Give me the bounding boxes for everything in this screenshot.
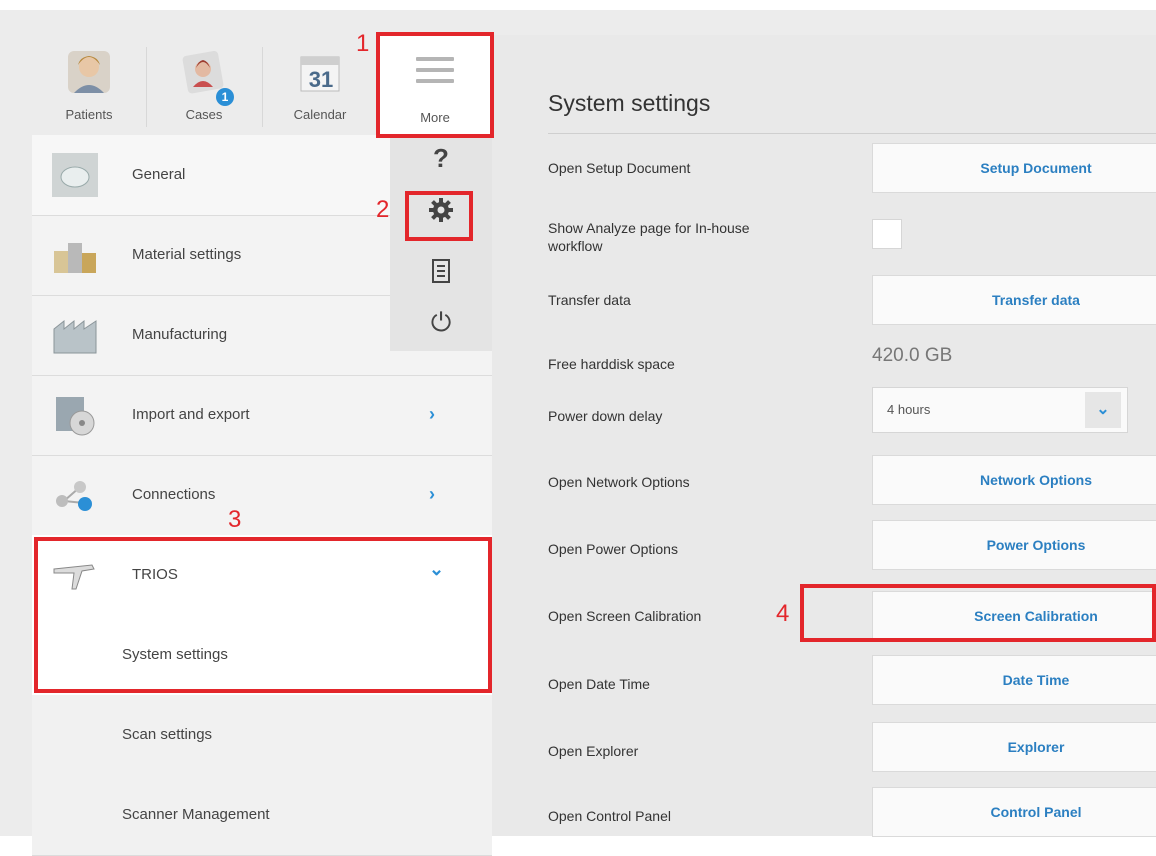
analyze-page-checkbox[interactable]: [872, 219, 902, 249]
svg-text:1: 1: [222, 90, 229, 104]
setup-document-button[interactable]: Setup Document: [872, 143, 1156, 193]
chevron-right-icon: ›: [429, 484, 435, 504]
menu-item-label: General: [132, 166, 186, 183]
screenshot: Patients 1 Cases 31 Calendar More Genera…: [0, 0, 1156, 856]
annotation-number-4: 4: [776, 600, 790, 627]
chevron-right-icon: ›: [429, 404, 435, 424]
menu-item-import-export[interactable]: Import and export ›: [32, 375, 492, 456]
setting-label: Show Analyze page for In-house workflow: [548, 220, 750, 254]
power-options-button[interactable]: Power Options: [872, 520, 1156, 570]
system-settings-panel: System settings Open Setup Document Setu…: [492, 35, 1156, 837]
submenu-item-scan-settings[interactable]: Scan settings: [32, 695, 492, 776]
menu-item-label: Import and export: [132, 406, 250, 423]
annotation-number-3: 3: [228, 506, 242, 533]
cases-badge: 1: [216, 88, 234, 106]
annotation-box-1: [376, 32, 494, 138]
control-panel-button[interactable]: Control Panel: [872, 787, 1156, 837]
power-icon[interactable]: ⏻: [390, 307, 492, 339]
chevron-down-icon[interactable]: ⌄: [1085, 392, 1121, 428]
menu-item-connections[interactable]: Connections ›: [32, 455, 492, 536]
svg-text:31: 31: [309, 67, 333, 92]
free-disk-space-value: 420.0 GB: [872, 345, 953, 366]
more-flyout: ? ⏻: [390, 135, 492, 351]
nav-calendar-label: Calendar: [293, 107, 347, 122]
select-value: 4 hours: [887, 402, 931, 417]
annotation-number-1: 1: [356, 30, 370, 57]
date-time-button[interactable]: Date Time: [872, 655, 1156, 705]
nav-cases[interactable]: 1 Cases: [147, 35, 261, 135]
power-down-delay-select[interactable]: 4 hours ⌄: [872, 387, 1128, 433]
setting-label: Power down delay: [548, 408, 663, 424]
transfer-data-button[interactable]: Transfer data: [872, 275, 1156, 325]
calendar-icon: 31: [300, 56, 340, 92]
annotation-box-4: [800, 584, 1156, 642]
page-title: System settings: [548, 90, 711, 116]
materials-icon: [54, 243, 96, 273]
annotation-number-2: 2: [376, 196, 390, 223]
patient-avatar-icon: [68, 51, 110, 93]
setting-label: Open Power Options: [548, 541, 678, 557]
import-export-icon: [56, 397, 95, 436]
general-icon: [52, 153, 98, 197]
setting-label: Open Screen Calibration: [548, 608, 702, 624]
setting-label: Transfer data: [548, 292, 631, 308]
menu-item-label: Connections: [132, 486, 216, 503]
setting-label: Open Network Options: [548, 474, 690, 490]
submenu-item-label: Scan settings: [122, 726, 213, 743]
factory-icon: [53, 319, 97, 354]
setting-label: Open Explorer: [548, 743, 639, 759]
help-icon[interactable]: ?: [390, 143, 492, 174]
menu-item-label: Material settings: [132, 246, 242, 263]
setting-label: Open Date Time: [548, 676, 650, 692]
nav-patients-label: Patients: [65, 107, 113, 122]
title-divider: [548, 133, 1156, 134]
network-options-button[interactable]: Network Options: [872, 455, 1156, 505]
connections-icon: [56, 481, 92, 511]
annotation-box-2: [405, 191, 473, 241]
annotation-box-3: [34, 537, 492, 693]
nav-patients[interactable]: Patients: [32, 35, 146, 135]
setting-label: Open Setup Document: [548, 160, 691, 176]
explorer-button[interactable]: Explorer: [872, 722, 1156, 772]
nav-cases-label: Cases: [185, 107, 223, 122]
submenu-item-label: Scanner Management: [122, 806, 270, 823]
submenu-item-scanner-management[interactable]: Scanner Management: [32, 775, 492, 856]
setting-label: Free harddisk space: [548, 356, 675, 372]
document-icon[interactable]: [390, 259, 492, 288]
setting-label: Open Control Panel: [548, 808, 671, 824]
menu-item-label: Manufacturing: [132, 326, 228, 343]
